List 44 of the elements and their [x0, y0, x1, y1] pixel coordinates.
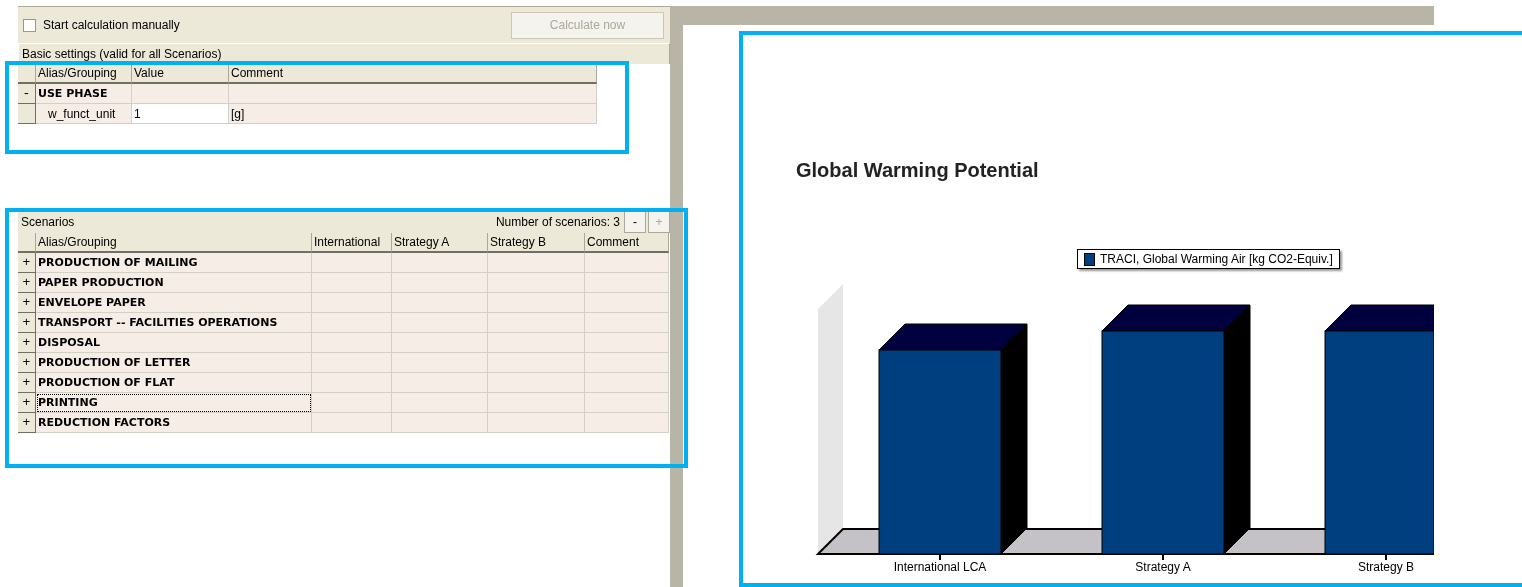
- group-name: ENVELOPE PAPER: [36, 293, 312, 313]
- chart-title: Global Warming Potential: [796, 159, 1039, 181]
- column-header[interactable]: Strategy A: [392, 233, 488, 253]
- category-label: Strategy B: [1358, 560, 1414, 574]
- comment-cell: [g]: [229, 104, 597, 124]
- group-name: PRINTING: [36, 393, 312, 413]
- group-name: TRANSPORT -- FACILITIES OPERATIONS: [36, 313, 312, 333]
- value-field[interactable]: 1: [132, 104, 229, 124]
- group-name: PRODUCTION OF LETTER: [36, 353, 312, 373]
- group-name: USE PHASE: [36, 84, 132, 104]
- column-header[interactable]: Comment: [229, 64, 597, 84]
- parameter-name: w_funct_unit: [36, 104, 132, 124]
- expand-toggle[interactable]: +: [18, 313, 36, 333]
- collapse-toggle[interactable]: -: [18, 84, 36, 104]
- category-label: International LCA: [893, 560, 987, 574]
- expand-toggle[interactable]: +: [18, 413, 36, 433]
- checkbox-label: Start calculation manually: [43, 18, 180, 32]
- group-name: PRODUCTION OF FLAT: [36, 373, 312, 393]
- corner-header: [18, 64, 36, 84]
- section-title: Scenarios: [21, 214, 75, 229]
- legend-label: TRACI, Global Warming Air [kg CO2-Equiv.]: [1100, 252, 1333, 266]
- expand-toggle[interactable]: +: [18, 253, 36, 273]
- row-header: [18, 104, 36, 124]
- column-header[interactable]: Alias/Grouping: [36, 64, 132, 84]
- group-name: DISPOSAL: [36, 333, 312, 353]
- expand-toggle[interactable]: +: [18, 373, 36, 393]
- column-header[interactable]: International: [312, 233, 392, 253]
- column-header[interactable]: Comment: [585, 233, 669, 253]
- expand-toggle[interactable]: +: [18, 293, 36, 313]
- legend-swatch: [1084, 252, 1095, 266]
- category-label: Strategy A: [1135, 560, 1191, 574]
- remove-scenario-button[interactable]: -: [624, 210, 646, 233]
- group-name: REDUCTION FACTORS: [36, 413, 312, 433]
- group-name: PRODUCTION OF MAILING: [36, 253, 312, 273]
- column-header[interactable]: Value: [132, 64, 229, 84]
- column-header[interactable]: Strategy B: [488, 233, 585, 253]
- expand-toggle[interactable]: +: [18, 333, 36, 353]
- expand-toggle[interactable]: +: [18, 273, 36, 293]
- scenario-count: Number of scenarios: 3: [495, 214, 620, 229]
- expand-toggle[interactable]: +: [18, 393, 36, 413]
- column-header[interactable]: Alias/Grouping: [36, 233, 312, 253]
- checkbox[interactable]: [23, 18, 36, 32]
- group-name: PAPER PRODUCTION: [36, 273, 312, 293]
- expand-toggle[interactable]: +: [18, 353, 36, 373]
